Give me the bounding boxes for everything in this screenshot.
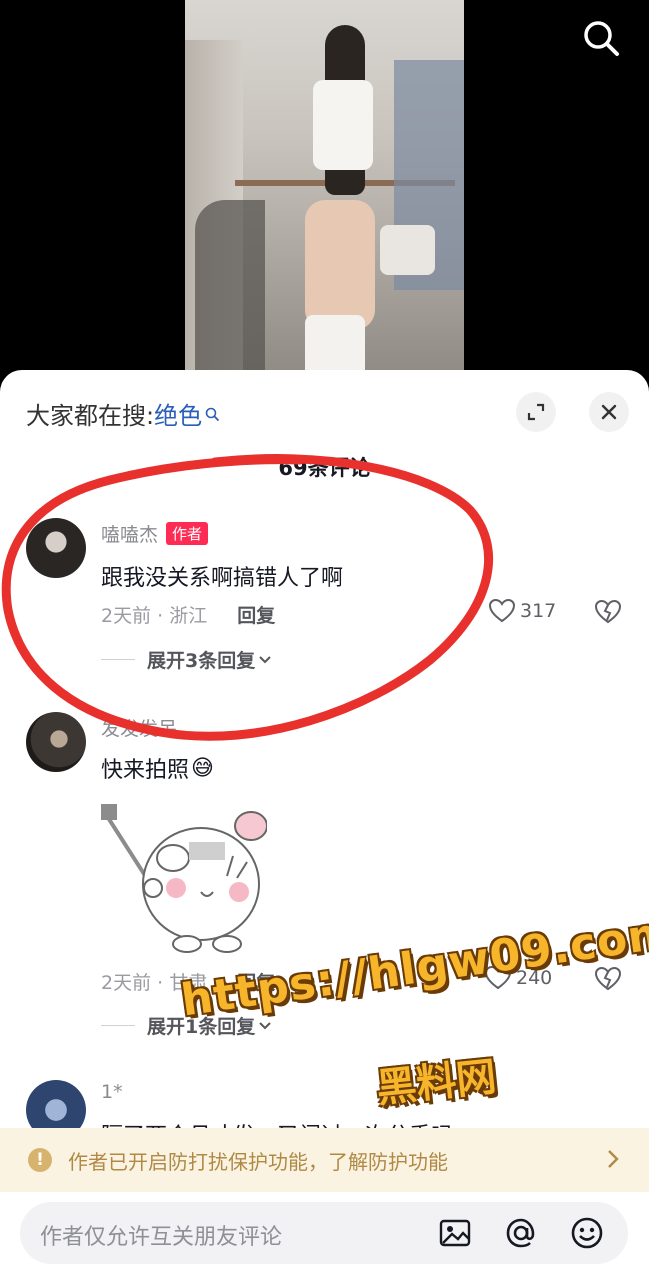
search-icon[interactable]	[581, 18, 621, 58]
search-small-icon	[205, 407, 219, 421]
notice-text: 作者已开启防打扰保护功能，了解防护功能	[68, 1149, 448, 1174]
like-count: 240	[516, 967, 553, 989]
like-count: 317	[520, 600, 557, 622]
expand-replies-label: 展开3条回复	[147, 650, 256, 672]
sheet-header: 大家都在搜: 绝色	[0, 370, 649, 450]
image-icon[interactable]	[438, 1216, 472, 1250]
hot-search[interactable]: 大家都在搜: 绝色	[26, 396, 220, 431]
close-icon[interactable]	[589, 392, 629, 432]
sticker-image[interactable]	[101, 796, 268, 960]
expand-replies[interactable]: 展开1条回复	[101, 1012, 273, 1039]
heart-icon	[484, 965, 512, 990]
warning-icon: !	[28, 1148, 52, 1172]
expand-icon[interactable]	[516, 392, 556, 432]
chevron-right-icon	[608, 1150, 619, 1168]
reply-button[interactable]: 回复	[237, 601, 275, 628]
video-figure-legs	[305, 200, 375, 330]
broken-heart-icon[interactable]	[594, 599, 622, 625]
heart-icon	[488, 598, 516, 623]
comment-time-location: 2天前 · 浙江	[101, 605, 208, 627]
hot-search-prefix: 大家都在搜:	[26, 402, 155, 430]
comment-input-bar: 作者仅允许互关朋友评论	[0, 1192, 649, 1280]
comment-text: 快来拍照	[101, 758, 190, 783]
expand-replies-label: 展开1条回复	[147, 1016, 256, 1038]
comment-text: 跟我没关系啊搞错人了啊	[101, 566, 344, 591]
comment-time-location: 2天前 · 甘肃	[101, 972, 208, 994]
divider-line	[101, 1025, 135, 1026]
chevron-down-icon	[259, 1021, 271, 1029]
video-player[interactable]	[185, 0, 464, 385]
expand-replies[interactable]: 展开3条回复	[101, 646, 273, 673]
like-button[interactable]: 317	[488, 598, 556, 624]
emoji-icon[interactable]	[570, 1216, 604, 1250]
hot-search-keyword[interactable]: 绝色	[154, 396, 202, 431]
chevron-down-icon	[259, 655, 271, 663]
avatar[interactable]	[26, 518, 86, 578]
screen: 大家都在搜: 绝色 69条评论 嗑嗑杰 作者 跟我没关系啊搞错人了啊 2天前 ·…	[0, 0, 649, 1280]
video-scene-escalator	[195, 200, 265, 370]
video-figure-bag	[380, 225, 435, 275]
comment-count: 69条评论	[278, 456, 371, 480]
video-figure-top	[313, 80, 373, 170]
divider-line	[101, 659, 135, 660]
avatar[interactable]	[26, 712, 86, 772]
broken-heart-icon[interactable]	[594, 966, 622, 992]
like-button[interactable]: 240	[484, 965, 552, 991]
comment-input-placeholder: 作者仅允许互关朋友评论	[40, 1225, 283, 1250]
author-badge: 作者	[166, 522, 209, 545]
comment-username[interactable]: 1*	[101, 1081, 123, 1103]
protection-notice[interactable]: ! 作者已开启防打扰保护功能，了解防护功能	[0, 1128, 649, 1192]
mention-icon[interactable]	[504, 1216, 538, 1250]
comment-input[interactable]: 作者仅允许互关朋友评论	[20, 1202, 628, 1264]
comment-username[interactable]: 嗑嗑杰	[101, 520, 158, 547]
reply-button[interactable]: 回复	[237, 968, 275, 995]
comment-username[interactable]: 发发发呆	[101, 714, 177, 741]
grin-sweat-emoji: 😅	[191, 755, 214, 781]
